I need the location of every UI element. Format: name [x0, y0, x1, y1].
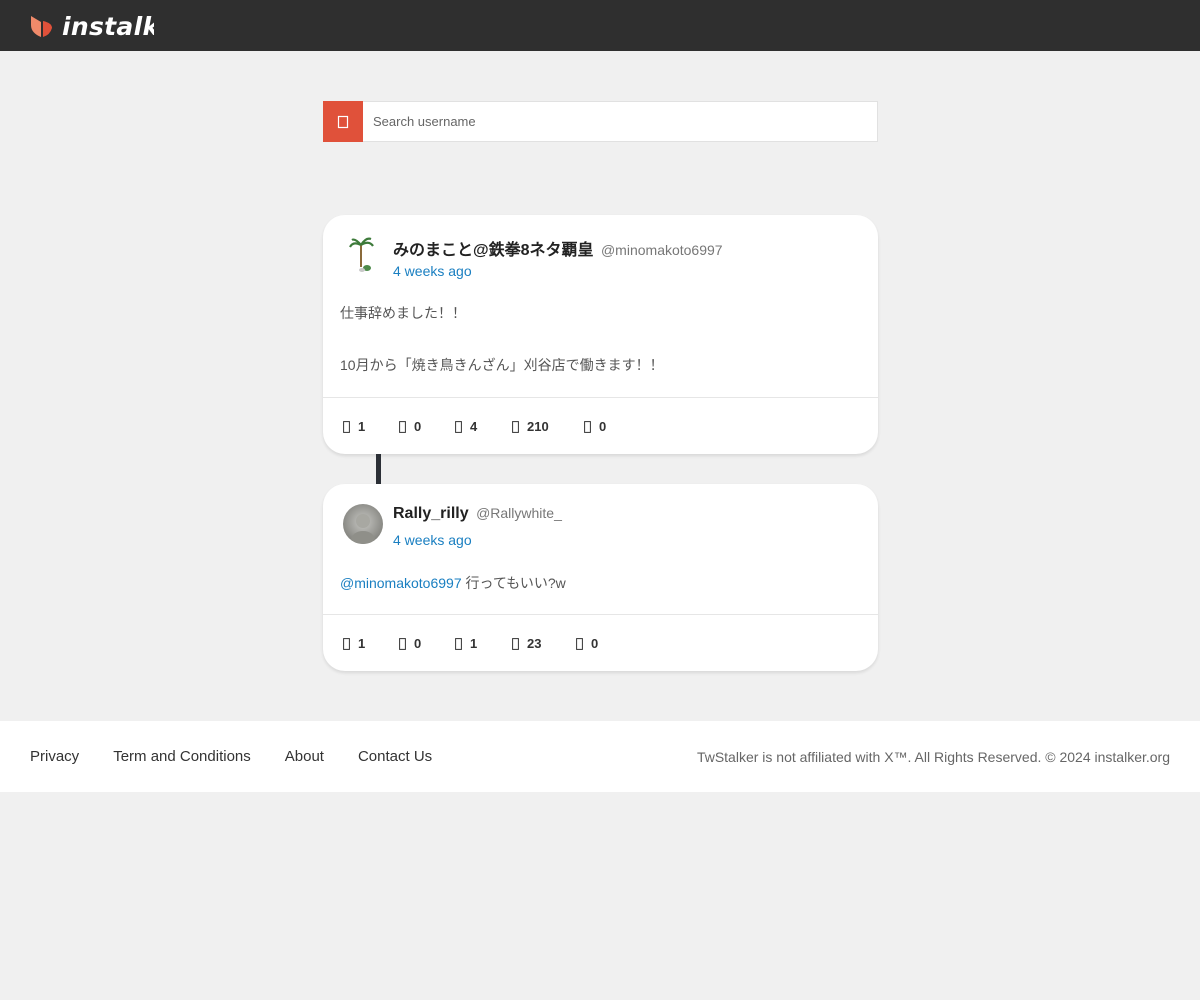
tweet-card: みのまこと@鉄拳8ネタ覇皇 @minomakoto6997 4 weeks ag… [323, 215, 878, 454]
display-name[interactable]: Rally_rilly [393, 505, 469, 522]
bookmark-button[interactable]: 0 [584, 419, 606, 434]
search-input[interactable] [363, 102, 877, 141]
retweet-icon [399, 420, 406, 433]
views-button[interactable]: 23 [512, 636, 576, 651]
footer-link-contact[interactable]: Contact Us [358, 748, 432, 765]
retweet-button[interactable]: 0 [399, 636, 455, 651]
reply-icon [343, 420, 350, 433]
search-button[interactable] [323, 101, 363, 142]
logo[interactable]: instalker [28, 10, 154, 42]
views-count: 210 [527, 419, 549, 434]
like-count: 4 [470, 419, 478, 434]
bookmark-button[interactable]: 0 [576, 636, 598, 651]
views-button[interactable]: 210 [512, 419, 584, 434]
reply-count: 1 [358, 636, 366, 651]
retweet-button[interactable]: 0 [399, 419, 455, 434]
reply-icon [343, 637, 350, 650]
tweet-time[interactable]: 4 weeks ago [393, 532, 472, 548]
thread-connector [376, 454, 381, 484]
search-bar [323, 101, 878, 142]
footer-links: Privacy Term and Conditions About Contac… [30, 748, 466, 765]
bookmark-count: 0 [599, 419, 607, 434]
reply-count: 1 [358, 419, 366, 434]
palm-tree-avatar-icon [343, 235, 383, 275]
tweet-actions: 1 0 1 23 0 [343, 636, 598, 651]
reply-button[interactable]: 1 [343, 419, 399, 434]
user-photo-avatar-icon [343, 504, 383, 544]
views-icon [512, 637, 519, 650]
tweet-actions: 1 0 4 210 0 [343, 419, 606, 434]
logo-mark-icon [31, 16, 52, 37]
retweet-count: 0 [414, 636, 422, 651]
bookmark-icon [584, 420, 591, 433]
avatar[interactable] [343, 504, 383, 544]
tweet-text-line: 仕事辞めました！！ [340, 305, 466, 321]
tweet-text: @minomakoto6997 行ってもいい?w [340, 573, 566, 593]
like-button[interactable]: 1 [455, 636, 512, 651]
views-count: 23 [527, 636, 542, 651]
like-count: 1 [470, 636, 478, 651]
views-icon [512, 420, 519, 433]
tweet-card: Rally_rilly @Rallywhite_ 4 weeks ago @mi… [323, 484, 878, 671]
avatar[interactable] [343, 235, 383, 275]
retweet-icon [399, 637, 406, 650]
tweet-text-line: 10月から「焼き鳥きんざん」刈谷店で働きます！！ [340, 357, 664, 373]
divider [323, 397, 878, 398]
mention-link[interactable]: @minomakoto6997 [340, 575, 462, 591]
user-handle[interactable]: @minomakoto6997 [601, 242, 723, 258]
like-icon [455, 637, 462, 650]
tweet-text-content: 行ってもいい?w [461, 575, 566, 591]
footer-copyright: TwStalker is not affiliated with X™. All… [696, 749, 1170, 765]
tweet-time[interactable]: 4 weeks ago [393, 263, 472, 279]
logo-text: instalker [62, 11, 154, 41]
top-bar: instalker [0, 0, 1200, 51]
user-handle[interactable]: @Rallywhite_ [476, 505, 562, 521]
bookmark-count: 0 [591, 636, 599, 651]
reply-button[interactable]: 1 [343, 636, 399, 651]
footer-link-privacy[interactable]: Privacy [30, 748, 79, 765]
footer-link-terms[interactable]: Term and Conditions [113, 748, 251, 765]
search-icon [337, 115, 349, 128]
footer: Privacy Term and Conditions About Contac… [0, 721, 1200, 792]
footer-link-about[interactable]: About [285, 748, 324, 765]
retweet-count: 0 [414, 419, 422, 434]
like-button[interactable]: 4 [455, 419, 512, 434]
like-icon [455, 420, 462, 433]
display-name[interactable]: みのまこと@鉄拳8ネタ覇皇 [393, 242, 594, 259]
bookmark-icon [576, 637, 583, 650]
divider [323, 614, 878, 615]
